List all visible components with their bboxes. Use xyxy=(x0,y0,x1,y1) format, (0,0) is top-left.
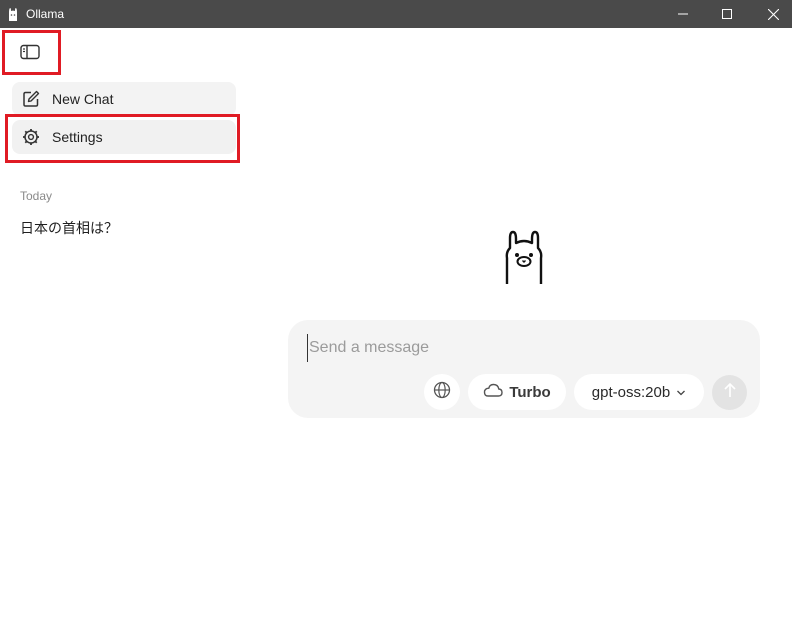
globe-icon xyxy=(433,381,451,403)
send-button[interactable] xyxy=(712,375,747,410)
message-composer: Turbo gpt-oss:20b xyxy=(288,320,760,418)
model-label: gpt-oss:20b xyxy=(591,383,671,401)
history-section-label: Today xyxy=(20,189,53,203)
model-selector[interactable]: gpt-oss:20b xyxy=(574,374,704,410)
settings-button[interactable]: Settings xyxy=(12,120,236,154)
settings-label: Settings xyxy=(52,129,103,145)
new-chat-button[interactable]: New Chat xyxy=(12,82,236,116)
sidebar-toggle-button[interactable] xyxy=(8,38,52,70)
new-chat-label: New Chat xyxy=(52,91,114,107)
message-input[interactable] xyxy=(307,334,727,362)
minimize-button[interactable] xyxy=(660,0,706,28)
ollama-app-icon xyxy=(6,6,20,22)
turbo-button[interactable]: Turbo xyxy=(468,374,566,410)
close-button[interactable] xyxy=(750,0,792,28)
window-title: Ollama xyxy=(26,7,65,21)
ollama-llama-icon xyxy=(502,230,546,286)
cloud-icon xyxy=(483,383,504,401)
turbo-label: Turbo xyxy=(509,383,551,401)
arrow-up-icon xyxy=(723,382,737,403)
maximize-button[interactable] xyxy=(704,0,750,28)
chevron-down-icon xyxy=(676,384,686,401)
title-bar: Ollama xyxy=(0,0,792,28)
edit-square-icon xyxy=(22,90,40,108)
chat-history-item[interactable]: 日本の首相は？ xyxy=(20,218,118,238)
web-search-button[interactable] xyxy=(424,374,460,410)
sidebar-panel-icon xyxy=(20,44,40,65)
gear-icon xyxy=(22,128,40,146)
